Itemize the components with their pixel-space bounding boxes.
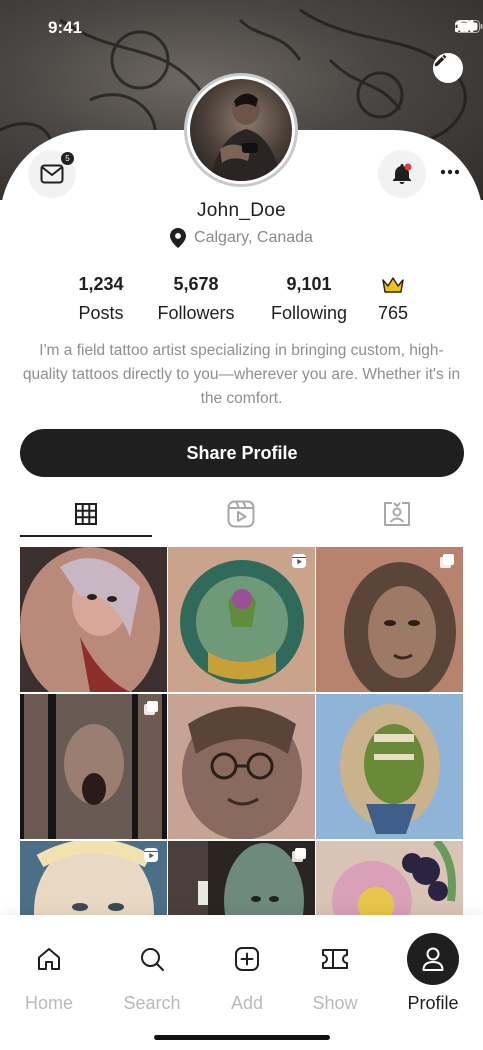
stat-label: Following [270, 303, 348, 323]
stat-followers[interactable]: 5,678 Followers [150, 274, 242, 324]
stat-label: Posts [78, 303, 124, 323]
bottom-nav: Home Search Add Show Profile [0, 915, 483, 1050]
post-tile[interactable] [168, 694, 315, 839]
nav-label: Show [312, 993, 358, 1013]
home-indicator [154, 1035, 330, 1040]
stat-label: 765 [377, 303, 409, 323]
stat-label: Followers [157, 303, 235, 323]
nav-label: Home [24, 993, 73, 1013]
location: Calgary, Canada [0, 228, 483, 248]
bell-icon [393, 163, 412, 184]
tab-tagged[interactable] [331, 492, 463, 536]
nav-profile[interactable]: Profile [388, 933, 478, 1014]
post-tile[interactable] [168, 547, 315, 692]
reel-icon [292, 554, 306, 568]
avatar[interactable] [184, 73, 298, 187]
posts-grid [20, 547, 464, 915]
multi-icon [440, 554, 454, 568]
battery-icon [455, 20, 483, 33]
multi-icon [144, 701, 158, 715]
home-icon [38, 948, 60, 970]
profile-stats: 1,234 Posts 5,678 Followers 9,101 Follow… [0, 274, 483, 324]
grid-icon [75, 503, 97, 525]
stat-value: 5,678 [173, 274, 219, 294]
avatar-photo [210, 93, 282, 181]
nav-label: Search [123, 993, 181, 1013]
post-tile[interactable] [168, 841, 315, 915]
nav-show[interactable]: Show [290, 933, 380, 1014]
post-tile[interactable] [20, 694, 167, 839]
ticket-icon [322, 949, 348, 969]
nav-label: Profile [407, 993, 459, 1013]
post-image [316, 841, 463, 915]
tab-grid[interactable] [20, 492, 152, 536]
tagged-icon [384, 502, 410, 526]
nav-add[interactable]: Add [202, 933, 292, 1014]
content-tabs [20, 492, 463, 538]
post-tile[interactable] [20, 547, 167, 692]
nav-home[interactable]: Home [4, 933, 94, 1014]
stat-posts[interactable]: 1,234 Posts [70, 274, 132, 324]
nav-label: Add [230, 993, 264, 1013]
pencil-icon [434, 54, 447, 67]
stat-value: 9,101 [286, 274, 332, 294]
stat-following[interactable]: 9,101 Following [263, 274, 355, 324]
reels-icon [227, 500, 255, 528]
post-image [168, 694, 315, 839]
post-tile[interactable] [316, 547, 463, 692]
post-image [316, 694, 463, 839]
status-bar: 9:41 [0, 0, 483, 56]
reel-icon [144, 848, 158, 862]
status-time: 9:41 [48, 18, 83, 37]
search-icon [141, 948, 164, 971]
messages-badge: 5 [61, 152, 74, 165]
crown-icon [382, 276, 404, 293]
more-options-button[interactable] [440, 160, 460, 184]
stat-crown[interactable]: 765 [368, 274, 418, 324]
nav-search[interactable]: Search [107, 933, 197, 1014]
share-profile-button[interactable]: Share Profile [20, 429, 464, 477]
tab-reels[interactable] [175, 492, 307, 536]
add-icon [235, 947, 259, 971]
mail-icon [40, 164, 64, 184]
stat-value: 1,234 [78, 274, 124, 294]
person-icon [422, 947, 444, 971]
location-text: Calgary, Canada [194, 229, 313, 246]
notifications-button[interactable] [378, 150, 426, 198]
tab-active-indicator [20, 535, 152, 537]
more-dots-icon [440, 169, 460, 175]
username: John_Doe [196, 200, 287, 221]
post-tile[interactable] [20, 841, 167, 915]
messages-button[interactable]: 5 [28, 150, 76, 198]
post-image [20, 547, 167, 692]
multi-icon [292, 848, 306, 862]
bio: I'm a field tattoo artist specializing i… [22, 342, 461, 407]
post-tile[interactable] [316, 694, 463, 839]
avatar-image [190, 79, 292, 181]
notification-dot [404, 163, 412, 171]
location-pin-icon [170, 228, 187, 248]
post-tile[interactable] [316, 841, 463, 915]
edit-cover-button[interactable] [433, 53, 463, 83]
